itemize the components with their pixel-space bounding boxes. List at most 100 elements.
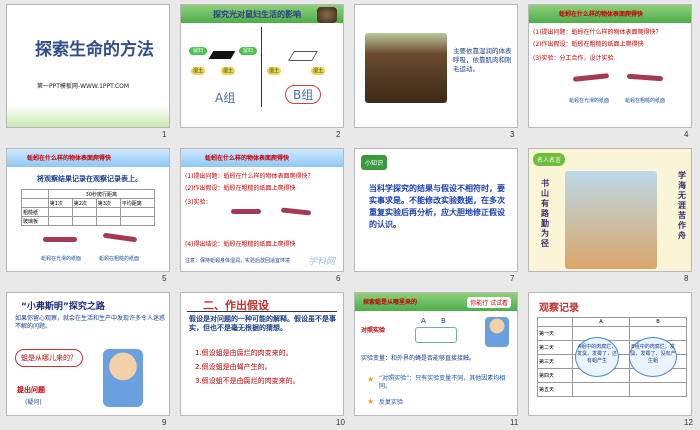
table-row-label: 粗糙纸 xyxy=(21,207,49,217)
earthworm-image xyxy=(102,232,138,243)
speech-bubble: 蛆是从哪儿来的？ xyxy=(15,349,83,367)
caption: 蚯蚓在粗糙的纸面 xyxy=(99,256,140,262)
hypothesis-2: 2.假设蛆是由蝇产生的。 xyxy=(195,363,272,371)
slide-text: 当科学探究的结果与假设不相符时，要实事求是。不能修改实验数据，在多次重复实验后再… xyxy=(369,184,505,229)
slide-thumbnail-6[interactable]: 蚯蚓在什么样的物体表面爬得快 (1)提出问题：蚯蚓在什么样的物体表面爬得快？ (… xyxy=(180,148,344,272)
caption: 蚯蚓在粗糙的纸面 xyxy=(625,98,666,104)
boy-illustration xyxy=(485,317,509,347)
slide-number: 11 xyxy=(510,418,519,427)
slide-header: 蚯蚓在什么样的物体表面爬得快 xyxy=(27,155,112,162)
slide-text: 如果你留心观察，就会在生活和生产中发现许多令人迷惑不解的问题。 xyxy=(15,315,166,330)
slide-number: 10 xyxy=(336,418,345,427)
step-question: (1)提出问题：蚯蚓在什么样的物体表面爬得快？ xyxy=(533,29,662,36)
slide-thumbnail-4[interactable]: 蚯蚓在什么样的物体表面爬得快 (1)提出问题：蚯蚓在什么样的物体表面爬得快？ (… xyxy=(528,4,692,128)
table-row-label: 第三天 xyxy=(537,354,573,369)
slide-header: 蚯蚓在什么样的物体表面爬得快 xyxy=(559,11,644,18)
star-icon: ★ xyxy=(367,375,375,384)
action-label: 提出问题 xyxy=(17,386,45,394)
slide-title: 观察记录 xyxy=(539,303,579,314)
jar-a-label: A xyxy=(421,317,426,325)
tag-soil: 湿土 xyxy=(267,67,281,75)
slide-thumbnail-1[interactable]: 探索生命的方法 第一PPT模板网-WWW.1PPT.COM xyxy=(6,4,170,128)
watermark: 学科网 xyxy=(307,257,335,267)
note: 注意：保持蚯蚓身体湿润，实验后放回适宜环境 xyxy=(185,258,291,264)
star-icon: ★ xyxy=(367,397,375,406)
slide-number: 7 xyxy=(510,274,515,283)
table-col: 第1次 xyxy=(47,198,73,208)
slide-text: 主要依靠湿润的体表呼吸，依靠肌肉和刚毛运动。 xyxy=(453,47,512,73)
table-row-label: 玻璃板 xyxy=(21,216,49,226)
slide-number: 9 xyxy=(162,418,167,427)
earthworm-image xyxy=(231,209,261,214)
group-b-label: B组 xyxy=(285,85,322,104)
table-row-label: 第五天 xyxy=(537,382,573,397)
step-experiment: (3)实验：分工合作，设计实验 xyxy=(533,55,614,62)
slide-title: “小弗斯明”探究之路 xyxy=(21,302,105,312)
tag-woodlouse: 鼠妇 xyxy=(239,47,257,55)
slide-number: 5 xyxy=(162,274,167,283)
table-header: 30秒爬行距离 xyxy=(47,189,156,199)
scholar-illustration xyxy=(565,171,657,269)
table-col: B xyxy=(628,317,688,327)
note-b: B组中的肉腐烂，发臭，发霉了，没有产生蛆 xyxy=(629,337,677,377)
woodlouse-photo xyxy=(317,7,337,23)
black-board-shape xyxy=(208,51,236,59)
table-col: 第3次 xyxy=(95,198,121,208)
slide-thumbnail-10[interactable]: 二、作出假设 假设是对问题的一种可能的解释。假设虽不是事实，但也不是毫无根据的猜… xyxy=(180,292,344,416)
slide-thumbnail-3[interactable]: 主要依靠湿润的体表呼吸，依靠肌肉和刚毛运动。 xyxy=(354,4,518,128)
tag-woodlouse: 鼠妇 xyxy=(189,47,207,55)
slide-number: 12 xyxy=(684,418,693,427)
slide-number: 1 xyxy=(162,130,167,139)
quote-right: 学海无涯苦作舟 xyxy=(678,171,686,240)
earthworm-image xyxy=(572,73,610,82)
hypothesis-1: 1.假设蛆是由腐烂的肉变来的。 xyxy=(195,349,293,357)
slide-number: 2 xyxy=(336,130,341,139)
caption: 蚯蚓在光滑的纸面 xyxy=(41,256,82,262)
badge: 名人名言 xyxy=(533,153,566,166)
slide-subtitle: 第一PPT模板网-WWW.1PPT.COM xyxy=(37,83,130,90)
slide-thumbnail-8[interactable]: 名人名言 学海无涯苦作舟 书山有路勤为径 xyxy=(528,148,692,272)
step-hypothesis: (2)作出假设：蚯蚓在粗糙的纸面上爬得快 xyxy=(533,41,644,48)
tab-label: 你能行 试试看 xyxy=(467,297,511,308)
table-row-label: 第二天 xyxy=(537,340,573,355)
caption: 蚯蚓在光滑的纸面 xyxy=(569,98,610,104)
slide-thumbnail-12[interactable]: 观察记录 AB 第一天 第二天 第三天 第四天 第五天 A组中的肉腐烂，发臭，发… xyxy=(528,292,692,416)
bullet-1: “对照实验”：只有实验变量不同，其他因素均相同。 xyxy=(379,375,506,390)
earthworm-image xyxy=(43,237,77,242)
tag-soil: 湿土 xyxy=(311,67,325,75)
boy-illustration xyxy=(103,349,143,407)
slide-header: 探索蛆是从哪里来的 xyxy=(363,299,418,306)
jar-illustration xyxy=(415,327,457,343)
slide-number: 4 xyxy=(684,130,689,139)
tag-soil: 湿土 xyxy=(191,67,205,75)
quote-left: 书山有路勤为径 xyxy=(541,179,549,248)
slide-text: 假设是对问题的一种可能的解释。假设虽不是事实，但也不是毫无根据的猜想。 xyxy=(189,315,336,332)
slide-header: 蚯蚓在什么样的物体表面爬得快 xyxy=(205,155,290,162)
experiment-label: 对照实验 xyxy=(361,327,386,334)
hypothesis-3: 3.假设蛆不是由腐烂的肉变来的。 xyxy=(195,377,300,385)
table-col: 第2次 xyxy=(71,198,97,208)
observation-table: 30秒爬行距离 第1次 第2次 第3次 平均距离 粗糙纸 玻璃板 xyxy=(21,189,156,226)
jar-b-label: B xyxy=(441,317,446,325)
slide-title: 探究光对鼠妇生活的影响 xyxy=(213,10,301,19)
group-a-label: A组 xyxy=(215,91,236,105)
step-hypothesis: (2)作出假设：蚯蚓在粗糙的纸面上爬得快 xyxy=(185,185,296,192)
slide-number: 6 xyxy=(336,274,341,283)
table-col: A xyxy=(572,317,630,327)
slide-title: 将观察结果记录在观察记录表上。 xyxy=(37,175,142,183)
step-question: (1)提出问题：蚯蚓在什么样的物体表面爬得快？ xyxy=(185,173,314,180)
glass-board-shape xyxy=(288,51,318,61)
table-row-label: 第一天 xyxy=(537,326,573,341)
slide-thumbnail-7[interactable]: 小知识 当科学探究的结果与假设不相符时，要实事求是。不能修改实验数据，在多次重复… xyxy=(354,148,518,272)
badge: 小知识 xyxy=(361,155,388,170)
slide-thumbnail-9[interactable]: “小弗斯明”探究之路 如果你留心观察，就会在生活和生产中发现许多令人迷惑不解的问… xyxy=(6,292,170,416)
earthworm-image xyxy=(626,73,664,82)
table-col: 平均距离 xyxy=(119,198,156,208)
tag-soil: 湿土 xyxy=(221,67,235,75)
slide-thumbnail-5[interactable]: 蚯蚓在什么样的物体表面爬得快 将观察结果记录在观察记录表上。 30秒爬行距离 第… xyxy=(6,148,170,272)
slide-number: 8 xyxy=(684,274,689,283)
step-experiment: (3)实验： xyxy=(185,199,212,206)
slide-thumbnail-11[interactable]: 探索蛆是从哪里来的 你能行 试试看 对照实验 A B 实验变量：和外界的蝇是否能… xyxy=(354,292,518,416)
variable-line: 实验变量：和外界的蝇是否能够直接接触。 xyxy=(361,355,476,362)
slide-thumbnail-2[interactable]: 探究光对鼠妇生活的影响 鼠妇 鼠妇 湿土 湿土 湿土 湿土 A组 B组 xyxy=(180,4,344,128)
